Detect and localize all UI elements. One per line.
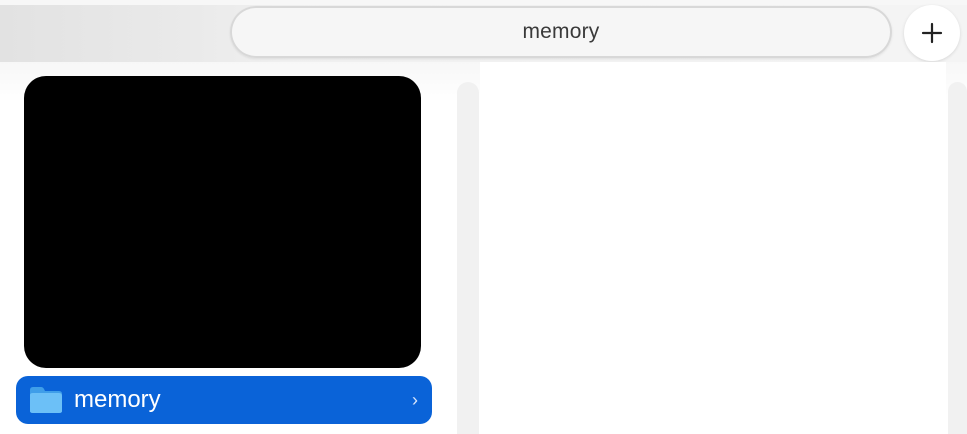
new-tab-button[interactable] bbox=[904, 5, 960, 61]
tab-label: memory bbox=[522, 20, 600, 43]
tab-bar-edge bbox=[0, 0, 967, 5]
folder-label: memory bbox=[74, 386, 161, 413]
preview-thumbnail[interactable] bbox=[24, 76, 421, 368]
chevron-right-icon: › bbox=[412, 389, 418, 410]
tab-memory[interactable]: memory bbox=[230, 6, 892, 58]
folder-item-memory[interactable]: memory › bbox=[16, 376, 432, 424]
column-view: memory › bbox=[0, 62, 967, 434]
column-1: memory › bbox=[0, 62, 450, 434]
plus-icon bbox=[921, 22, 943, 44]
column-resize-handle[interactable] bbox=[948, 82, 967, 434]
column-resize-handle[interactable] bbox=[457, 82, 479, 434]
column-2 bbox=[480, 62, 946, 434]
tab-bar: memory bbox=[0, 0, 967, 62]
finder-window: memory memory › bbox=[0, 0, 967, 434]
folder-icon bbox=[28, 385, 64, 415]
